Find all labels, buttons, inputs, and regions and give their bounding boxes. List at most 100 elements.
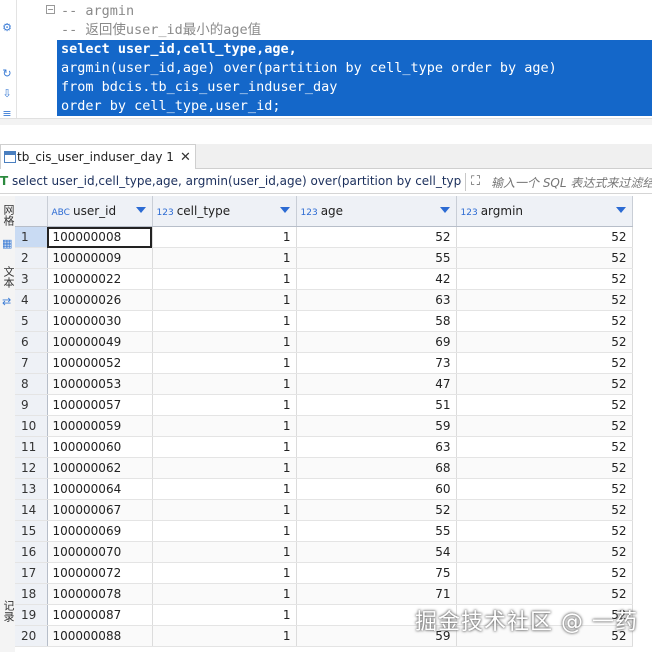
cell-type-cell[interactable]: 1 [152, 436, 297, 458]
refresh-icon[interactable]: ↻ [1, 68, 13, 80]
age-cell[interactable]: 69 [296, 331, 457, 353]
user-id-cell[interactable]: 100000069 [47, 520, 153, 542]
sort-icon[interactable] [615, 207, 626, 213]
user-id-cell[interactable]: 100000052 [47, 352, 153, 374]
age-cell[interactable]: 47 [296, 373, 457, 395]
argmin-cell[interactable]: 52 [456, 226, 633, 248]
record-view-tab[interactable]: 记录 [1, 600, 15, 622]
filter-input[interactable] [491, 175, 652, 191]
table-row[interactable]: 3 100000022 1 42 52 [15, 268, 633, 290]
argmin-cell[interactable]: 52 [456, 415, 633, 437]
cell-type-cell[interactable]: 1 [152, 331, 297, 353]
age-cell[interactable]: 52 [296, 226, 457, 248]
argmin-cell[interactable]: 52 [456, 289, 633, 311]
user-id-cell[interactable]: 100000049 [47, 331, 153, 353]
user-id-cell[interactable]: 100000087 [47, 604, 153, 626]
cell-type-cell[interactable]: 1 [152, 352, 297, 374]
table-row[interactable]: 6 100000049 1 69 52 [15, 331, 633, 353]
cell-type-cell[interactable]: 1 [152, 478, 297, 500]
user-id-cell[interactable]: 100000026 [47, 289, 153, 311]
age-cell[interactable]: 59 [296, 415, 457, 437]
user-id-cell[interactable]: 100000070 [47, 541, 153, 563]
age-cell[interactable]: 58 [296, 310, 457, 332]
cell-type-cell[interactable]: 1 [152, 583, 297, 605]
argmin-cell[interactable]: 52 [456, 436, 633, 458]
age-cell[interactable]: 54 [296, 541, 457, 563]
sort-icon[interactable] [439, 207, 450, 213]
sort-icon[interactable] [135, 207, 146, 213]
cell-type-cell[interactable]: 1 [152, 268, 297, 290]
user-id-cell[interactable]: 100000060 [47, 436, 153, 458]
age-cell[interactable]: 51 [296, 394, 457, 416]
cell-type-cell[interactable]: 1 [152, 562, 297, 584]
argmin-cell[interactable]: 52 [456, 268, 633, 290]
grid-view-tab[interactable]: 网格 [1, 204, 15, 226]
cell-type-cell[interactable]: 1 [152, 247, 297, 269]
user-id-cell[interactable]: 100000022 [47, 268, 153, 290]
age-cell[interactable]: 68 [296, 457, 457, 479]
column-header-age[interactable]: 123 age [296, 196, 457, 227]
argmin-cell[interactable]: 52 [456, 541, 633, 563]
argmin-cell[interactable]: 52 [456, 583, 633, 605]
column-header-user-id[interactable]: ABC user_id [47, 196, 153, 227]
table-row[interactable]: 10 100000059 1 59 52 [15, 415, 633, 437]
table-row[interactable]: 14 100000067 1 52 52 [15, 499, 633, 521]
user-id-cell[interactable]: 100000008 [47, 226, 153, 248]
gear-icon[interactable]: ⚙ [1, 22, 13, 34]
age-cell[interactable]: 63 [296, 436, 457, 458]
age-cell[interactable]: 73 [296, 352, 457, 374]
cell-type-cell[interactable]: 1 [152, 226, 297, 248]
table-row[interactable]: 4 100000026 1 63 52 [15, 289, 633, 311]
user-id-cell[interactable]: 100000078 [47, 583, 153, 605]
argmin-cell[interactable]: 52 [456, 352, 633, 374]
cell-type-cell[interactable]: 1 [152, 289, 297, 311]
argmin-cell[interactable]: 52 [456, 247, 633, 269]
fold-toggle-icon[interactable]: − [46, 5, 55, 14]
argmin-cell[interactable]: 52 [456, 394, 633, 416]
table-row[interactable]: 1 100000008 1 52 52 [15, 226, 633, 248]
table-row[interactable]: 13 100000064 1 60 52 [15, 478, 633, 500]
age-cell[interactable]: 71 [296, 583, 457, 605]
cell-type-cell[interactable]: 1 [152, 604, 297, 626]
age-cell[interactable]: 75 [296, 562, 457, 584]
age-cell[interactable]: 42 [296, 268, 457, 290]
cell-type-cell[interactable]: 1 [152, 457, 297, 479]
table-row[interactable]: 9 100000057 1 51 52 [15, 394, 633, 416]
table-row[interactable]: 5 100000030 1 58 52 [15, 310, 633, 332]
column-header-cell-type[interactable]: 123 cell_type [152, 196, 297, 227]
table-row[interactable]: 7 100000052 1 73 52 [15, 352, 633, 374]
tab-results[interactable]: tb_cis_user_induser_day 1 ✕ [0, 144, 196, 169]
argmin-cell[interactable]: 52 [456, 457, 633, 479]
cell-type-cell[interactable]: 1 [152, 541, 297, 563]
results-grid[interactable]: ABC user_id 123 cell_type 123 age 123 argmin… [15, 196, 652, 652]
user-id-cell[interactable]: 100000009 [47, 247, 153, 269]
cell-type-cell[interactable]: 1 [152, 625, 297, 647]
column-header-argmin[interactable]: 123 argmin [456, 196, 633, 227]
cell-type-cell[interactable]: 1 [152, 520, 297, 542]
age-cell[interactable]: 63 [296, 289, 457, 311]
user-id-cell[interactable]: 100000057 [47, 394, 153, 416]
argmin-cell[interactable]: 52 [456, 373, 633, 395]
table-row[interactable]: 15 100000069 1 55 52 [15, 520, 633, 542]
table-row[interactable]: 12 100000062 1 68 52 [15, 457, 633, 479]
user-id-cell[interactable]: 100000072 [47, 562, 153, 584]
cell-type-cell[interactable]: 1 [152, 415, 297, 437]
cell-type-cell[interactable]: 1 [152, 373, 297, 395]
argmin-cell[interactable]: 52 [456, 520, 633, 542]
cell-type-cell[interactable]: 1 [152, 310, 297, 332]
table-row[interactable]: 18 100000078 1 71 52 [15, 583, 633, 605]
age-cell[interactable]: 52 [296, 499, 457, 521]
argmin-cell[interactable]: 52 [456, 562, 633, 584]
age-cell[interactable]: 55 [296, 520, 457, 542]
user-id-cell[interactable]: 100000067 [47, 499, 153, 521]
argmin-cell[interactable]: 52 [456, 310, 633, 332]
editor-scrollbar[interactable] [0, 118, 652, 125]
user-id-cell[interactable]: 100000059 [47, 415, 153, 437]
table-row[interactable]: 8 100000053 1 47 52 [15, 373, 633, 395]
table-row[interactable]: 11 100000060 1 63 52 [15, 436, 633, 458]
grid-icon[interactable]: ▦ [2, 238, 13, 249]
argmin-cell[interactable]: 52 [456, 478, 633, 500]
expand-icon[interactable]: ⛶ [471, 174, 480, 189]
user-id-cell[interactable]: 100000064 [47, 478, 153, 500]
cell-type-cell[interactable]: 1 [152, 499, 297, 521]
